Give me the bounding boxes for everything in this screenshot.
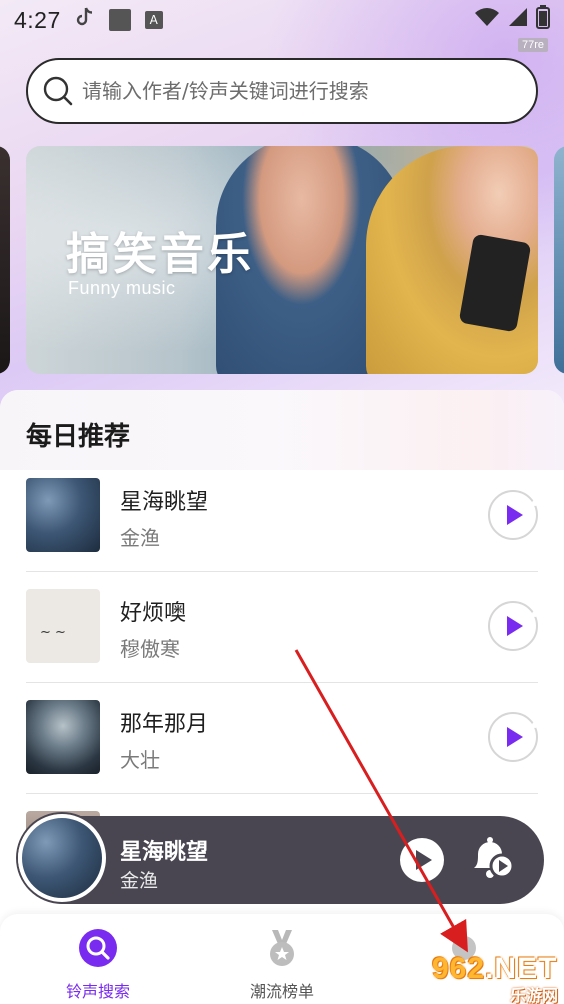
notification-square-icon — [108, 9, 131, 31]
battery-icon — [536, 5, 550, 35]
player-artist: 金渔 — [120, 870, 159, 892]
tiktok-icon — [75, 6, 95, 34]
song-row[interactable]: 那年那月 大壮 — [26, 682, 538, 794]
banner-subtitle: Funny music — [68, 278, 176, 298]
nav-trending-chart[interactable]: 潮流榜单 — [222, 928, 342, 1002]
notification-a-icon: A — [144, 11, 163, 29]
play-icon — [416, 850, 432, 870]
search-input[interactable] — [82, 79, 502, 103]
watermark-logo: 962.NET 乐游网 — [424, 952, 564, 1004]
play-icon — [507, 505, 523, 525]
bell-icon — [474, 837, 515, 879]
nav-ringtone-search[interactable]: 铃声搜索 — [38, 928, 158, 1002]
play-icon — [507, 727, 523, 747]
song-cover — [26, 700, 100, 774]
mini-player[interactable]: 星海眺望 金渔 — [18, 814, 544, 904]
song-cover — [26, 478, 100, 552]
song-artist: 金渔 — [120, 526, 160, 550]
song-name: 好烦噢 — [120, 601, 187, 626]
play-button[interactable] — [488, 712, 538, 762]
song-name: 星海眺望 — [120, 490, 209, 515]
play-button[interactable] — [488, 490, 538, 540]
song-row[interactable]: ~ ~ 好烦噢 穆傲寒 — [26, 571, 538, 683]
banner-title: 搞笑音乐 — [66, 229, 254, 280]
search-bar[interactable] — [26, 58, 538, 124]
song-cover: ~ ~ — [26, 589, 100, 663]
song-artist: 穆傲寒 — [120, 637, 180, 661]
song-artist: 大壮 — [120, 748, 160, 772]
status-bar: 4:27 A — [0, 0, 564, 40]
set-ringtone-button[interactable] — [468, 834, 516, 882]
wifi-icon — [474, 7, 500, 33]
status-time: 4:27 — [14, 6, 61, 33]
search-icon — [43, 76, 73, 106]
search-icon — [79, 929, 117, 967]
watermark-suffix: .NET — [485, 952, 558, 985]
banner-slide[interactable]: 搞笑音乐 Funny music — [26, 146, 538, 374]
song-name: 那年那月 — [120, 712, 209, 737]
banner-next-slide[interactable] — [554, 146, 564, 374]
section-title: 每日推荐 — [26, 422, 131, 452]
nav-label: 铃声搜索 — [65, 982, 130, 1001]
nav-label: 潮流榜单 — [249, 982, 314, 1001]
player-play-button[interactable] — [400, 838, 444, 882]
signal-icon — [508, 7, 528, 33]
watermark-text: 乐游网 — [510, 986, 559, 1004]
player-title: 星海眺望 — [120, 840, 209, 865]
banner-prev-slide[interactable] — [0, 146, 10, 374]
watermark-number: 962 — [432, 952, 486, 985]
play-button[interactable] — [488, 601, 538, 651]
cover-art-scribble: ~ ~ — [40, 625, 66, 640]
play-icon — [507, 616, 523, 636]
song-row[interactable]: 星海眺望 金渔 — [26, 460, 538, 572]
player-cover-disc — [18, 814, 106, 902]
medal-icon — [270, 930, 294, 966]
overlay-badge: 77re — [517, 38, 548, 52]
